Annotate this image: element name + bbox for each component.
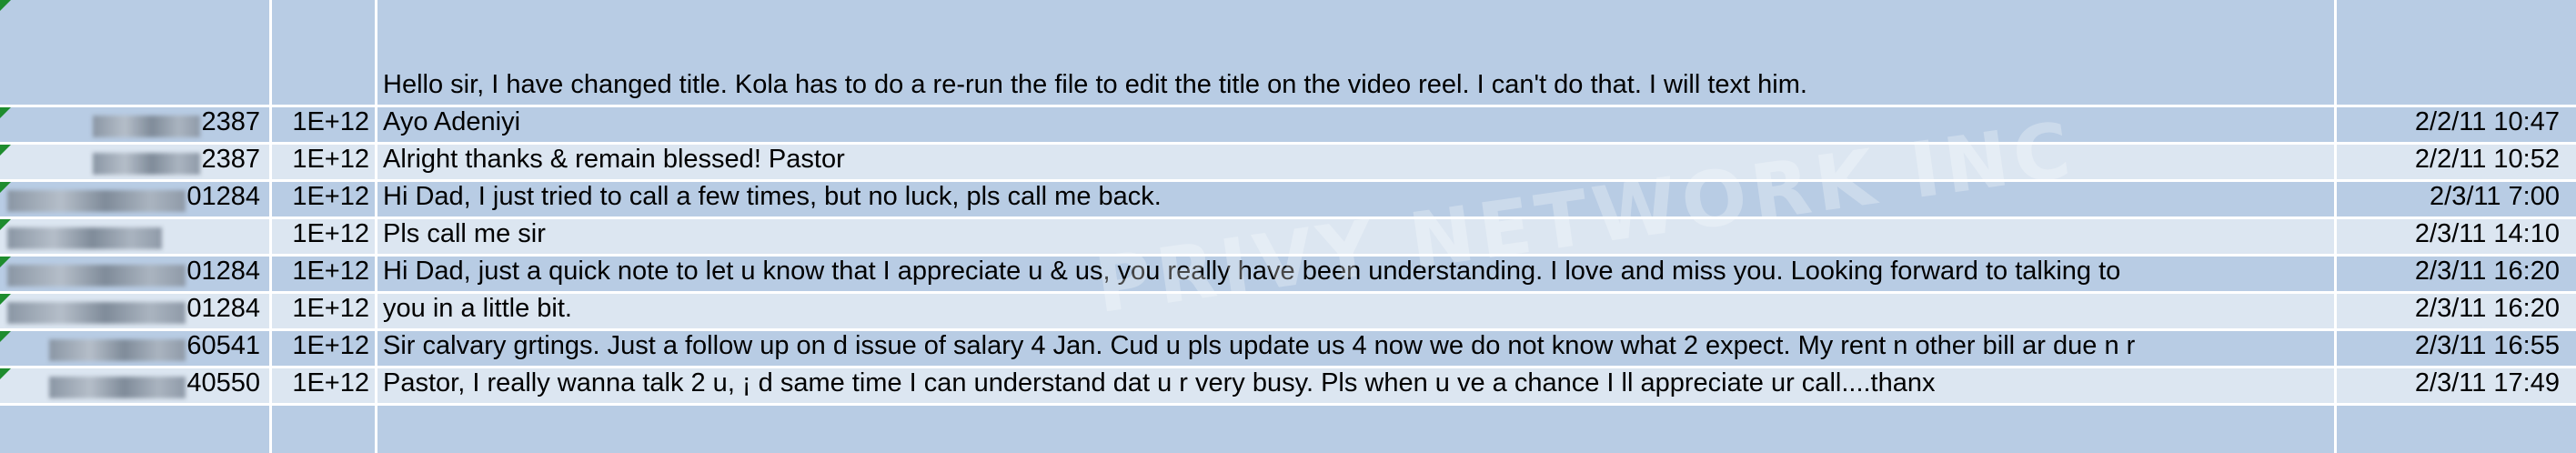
cell-comment-indicator — [0, 219, 11, 230]
datetime-cell[interactable]: 2/2/11 10:52 — [2337, 145, 2576, 179]
number-cell[interactable]: 1E+12 — [272, 331, 375, 366]
datetime-cell[interactable]: 2/3/11 17:49 — [2337, 368, 2576, 403]
datetime-cell[interactable]: 2/2/11 10:47 — [2337, 107, 2576, 142]
phone-cell[interactable]: 01284 — [0, 294, 269, 328]
number-value: 1E+12 — [292, 182, 369, 211]
datetime-cell[interactable]: 2/3/11 7:00 — [2337, 182, 2576, 216]
number-value: 1E+12 — [292, 331, 369, 360]
number-value: 1E+12 — [292, 145, 369, 174]
datetime-cell[interactable]: 2/3/11 16:20 — [2337, 257, 2576, 291]
redacted-phone — [49, 377, 186, 398]
phone-cell[interactable]: 01284 — [0, 182, 269, 216]
datetime-cell[interactable]: 2/3/11 16:20 — [2337, 294, 2576, 328]
cell-comment-indicator — [0, 0, 11, 11]
message-cell[interactable]: Pls call me sir — [377, 219, 2334, 254]
table-row[interactable]: Hello sir, I have changed title. Kola ha… — [0, 0, 2576, 107]
message-text: Hi Dad, I just tried to call a few times… — [383, 182, 1162, 211]
message-text: Ayo Adeniyi — [383, 107, 521, 136]
datetime-value: 2/2/11 10:47 — [2414, 107, 2560, 136]
number-cell[interactable]: 1E+12 — [272, 107, 375, 142]
datetime-cell[interactable]: 2/3/11 16:55 — [2337, 331, 2576, 366]
message-cell[interactable]: Pastor, I really wanna talk 2 u, ¡ d sam… — [377, 368, 2334, 403]
datetime-value: 2/3/11 7:00 — [2430, 182, 2560, 211]
message-text: Sir calvary grtings. Just a follow up on… — [383, 331, 2136, 360]
cell-comment-indicator — [0, 182, 11, 193]
message-cell[interactable]: Alright thanks & remain blessed! Pastor — [377, 145, 2334, 179]
cell-comment-indicator — [0, 331, 11, 342]
redacted-phone — [7, 190, 186, 212]
number-cell[interactable]: 1E+12 — [272, 145, 375, 179]
redacted-phone — [93, 153, 201, 175]
cell-comment-indicator — [0, 368, 11, 379]
table-row[interactable]: 01284 1E+12 Hi Dad, I just tried to call… — [0, 182, 2576, 219]
phone-cell[interactable] — [0, 219, 269, 254]
phone-suffix: 01284 — [186, 182, 260, 211]
spreadsheet: Hello sir, I have changed title. Kola ha… — [0, 0, 2576, 453]
phone-cell[interactable] — [0, 0, 269, 105]
datetime-value: 2/3/11 14:10 — [2414, 219, 2560, 248]
cell-comment-indicator — [0, 145, 11, 156]
phone-suffix: 40550 — [186, 368, 260, 398]
number-value: 1E+12 — [292, 294, 369, 323]
message-text: Hello sir, I have changed title. Kola ha… — [383, 70, 1807, 99]
number-value: 1E+12 — [292, 257, 369, 286]
phone-suffix: 2387 — [201, 145, 260, 174]
phone-suffix: 01284 — [186, 257, 260, 286]
table-row[interactable]: 2387 1E+12 Alright thanks & remain bless… — [0, 145, 2576, 182]
redacted-phone — [7, 227, 162, 249]
redacted-phone — [49, 339, 186, 361]
datetime-value: 2/3/11 16:20 — [2414, 257, 2560, 286]
message-cell[interactable]: Hi Dad, I just tried to call a few times… — [377, 182, 2334, 216]
message-cell[interactable]: Hello sir, I have changed title. Kola ha… — [377, 0, 2334, 105]
number-cell[interactable]: 1E+12 — [272, 257, 375, 291]
phone-cell[interactable]: 01284 — [0, 257, 269, 291]
table-row[interactable]: 01284 1E+12 you in a little bit. 2/3/11 … — [0, 294, 2576, 331]
message-cell[interactable]: Sir calvary grtings. Just a follow up on… — [377, 331, 2334, 366]
table-row[interactable]: 01284 1E+12 Hi Dad, just a quick note to… — [0, 257, 2576, 294]
table-row[interactable]: 60541 1E+12 Sir calvary grtings. Just a … — [0, 331, 2576, 368]
message-cell[interactable]: Ayo Adeniyi — [377, 107, 2334, 142]
redacted-phone — [93, 116, 201, 137]
number-cell[interactable]: 1E+12 — [272, 219, 375, 254]
column-divider — [2334, 0, 2337, 453]
redacted-phone — [7, 302, 186, 324]
number-cell[interactable]: 1E+12 — [272, 294, 375, 328]
table-row[interactable]: 1E+12 Pls call me sir 2/3/11 14:10 — [0, 219, 2576, 257]
table-row[interactable]: 2387 1E+12 Ayo Adeniyi 2/2/11 10:47 — [0, 107, 2576, 145]
cell-comment-indicator — [0, 294, 11, 305]
number-value: 1E+12 — [292, 368, 369, 398]
table-row[interactable]: 40550 1E+12 Pastor, I really wanna talk … — [0, 368, 2576, 406]
number-value: 1E+12 — [292, 107, 369, 136]
number-cell[interactable]: 1E+12 — [272, 182, 375, 216]
phone-suffix: 2387 — [201, 107, 260, 136]
number-cell[interactable] — [272, 0, 375, 105]
message-cell[interactable]: you in a little bit. — [377, 294, 2334, 328]
table-row-empty[interactable] — [0, 406, 2576, 453]
phone-suffix: 60541 — [186, 331, 260, 360]
datetime-value: 2/3/11 16:55 — [2414, 331, 2560, 360]
phone-cell[interactable]: 2387 — [0, 145, 269, 179]
message-text: Pastor, I really wanna talk 2 u, ¡ d sam… — [383, 368, 1936, 398]
message-text: you in a little bit. — [383, 294, 572, 323]
column-divider — [375, 0, 377, 453]
number-value: 1E+12 — [292, 219, 369, 248]
message-cell[interactable]: Hi Dad, just a quick note to let u know … — [377, 257, 2334, 291]
redacted-phone — [7, 265, 186, 287]
phone-cell[interactable]: 60541 — [0, 331, 269, 366]
message-text: Alright thanks & remain blessed! Pastor — [383, 145, 845, 174]
datetime-value: 2/3/11 16:20 — [2414, 294, 2560, 323]
message-text: Hi Dad, just a quick note to let u know … — [383, 257, 2121, 286]
phone-cell[interactable]: 40550 — [0, 368, 269, 403]
cell-comment-indicator — [0, 107, 11, 118]
column-divider — [269, 0, 272, 453]
number-cell[interactable]: 1E+12 — [272, 368, 375, 403]
message-text: Pls call me sir — [383, 219, 546, 248]
datetime-cell[interactable] — [2337, 0, 2576, 105]
datetime-value: 2/2/11 10:52 — [2414, 145, 2560, 174]
datetime-cell[interactable]: 2/3/11 14:10 — [2337, 219, 2576, 254]
datetime-value: 2/3/11 17:49 — [2414, 368, 2560, 398]
cell-comment-indicator — [0, 257, 11, 267]
phone-suffix: 01284 — [186, 294, 260, 323]
phone-cell[interactable]: 2387 — [0, 107, 269, 142]
